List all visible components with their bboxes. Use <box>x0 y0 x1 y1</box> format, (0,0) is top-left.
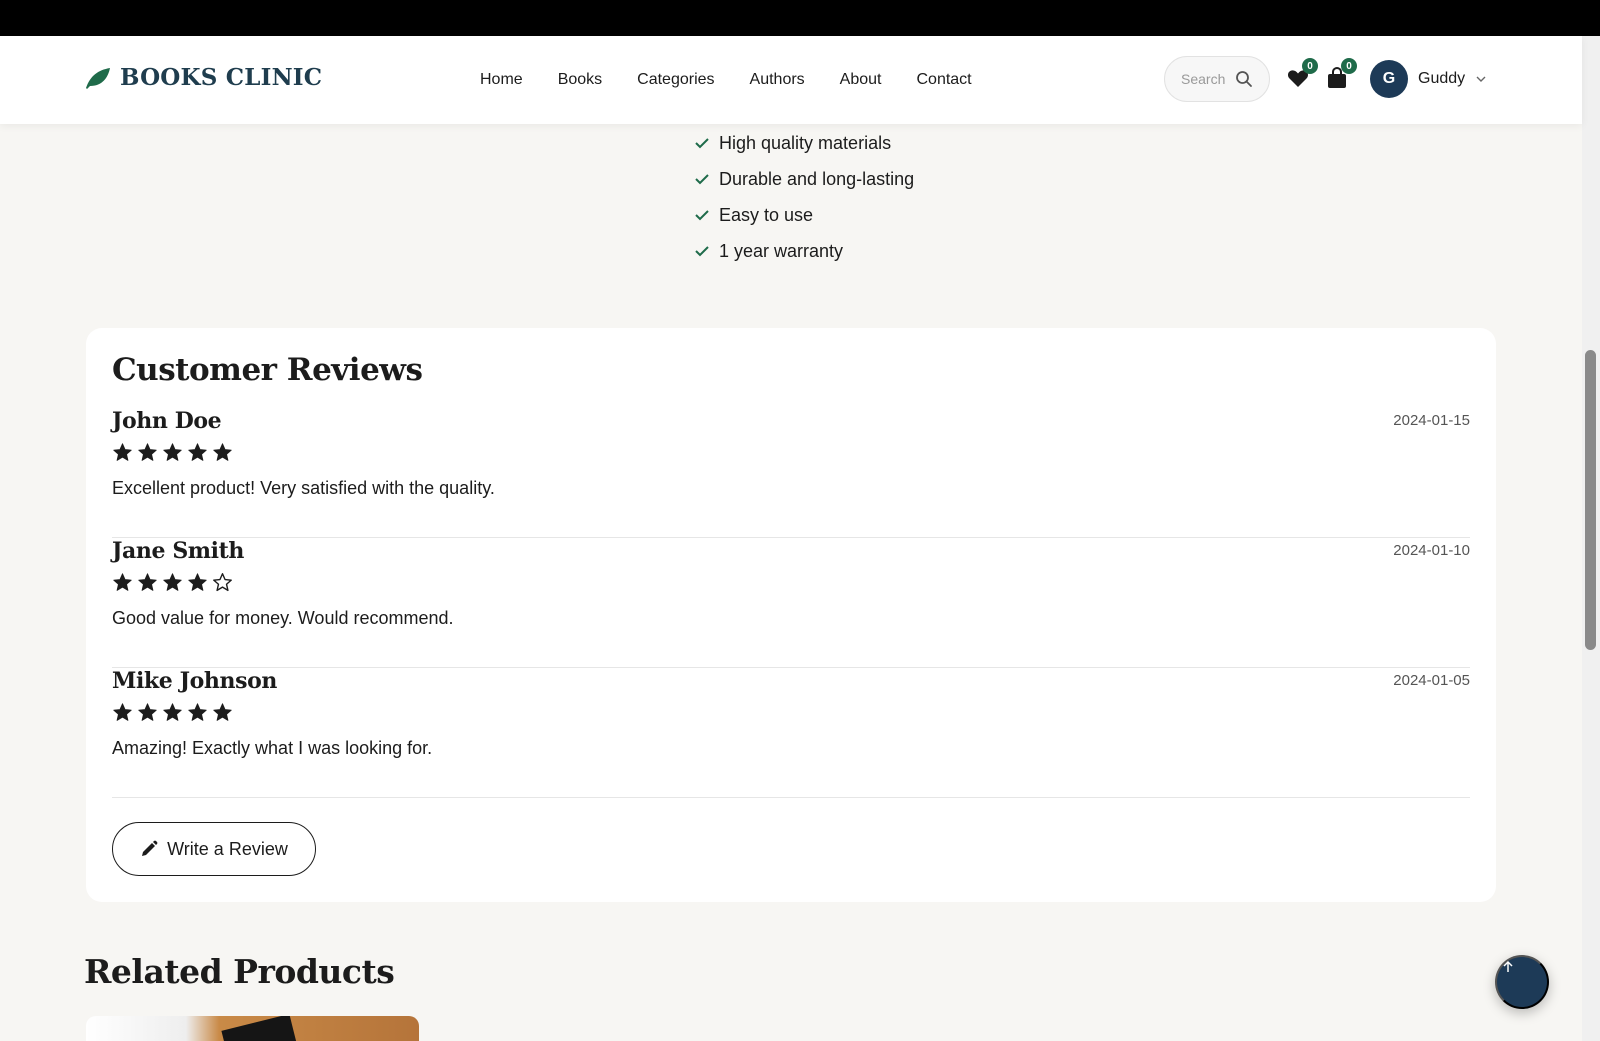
write-review-button[interactable]: Write a Review <box>112 822 316 876</box>
avatar: G <box>1370 60 1408 98</box>
write-review-label: Write a Review <box>167 838 288 859</box>
review-text: Excellent product! Very satisfied with t… <box>112 478 495 498</box>
feature-item: 1 year warranty <box>694 233 914 269</box>
review-text: Amazing! Exactly what I was looking for. <box>112 738 433 758</box>
customer-reviews-card: Customer Reviews John Doe 2024-01-15 Exc… <box>86 328 1496 902</box>
scrollbar-thumb[interactable] <box>1585 350 1596 650</box>
search-icon[interactable] <box>1235 70 1253 88</box>
related-products-heading: Related Products <box>84 952 395 991</box>
feature-label: Easy to use <box>719 204 814 225</box>
star-filled-icon <box>163 703 182 721</box>
star-rating <box>112 572 233 593</box>
search-input[interactable] <box>1181 71 1227 87</box>
check-icon <box>695 246 709 257</box>
review-date: 2024-01-10 <box>1393 542 1470 559</box>
star-filled-icon <box>163 573 182 591</box>
pencil-icon <box>142 840 158 856</box>
review-text: Good value for money. Would recommend. <box>112 608 454 628</box>
nav-about[interactable]: About <box>840 71 882 89</box>
star-filled-icon <box>113 573 132 591</box>
nav-books[interactable]: Books <box>558 71 602 89</box>
review-item: Mike Johnson 2024-01-05 Amazing! Exactly… <box>112 668 1470 798</box>
browser-top-bar <box>0 0 1600 36</box>
nav-home[interactable]: Home <box>480 71 523 89</box>
feature-label: High quality materials <box>719 132 892 153</box>
nav-categories[interactable]: Categories <box>637 71 714 89</box>
site-header: BOOKS CLINIC Home Books Categories Autho… <box>0 36 1582 124</box>
page-scrollbar[interactable] <box>1582 36 1600 1041</box>
star-empty-icon <box>213 573 232 592</box>
star-filled-icon <box>213 703 232 721</box>
feature-list: High quality materials Durable and long-… <box>694 125 914 269</box>
review-date: 2024-01-05 <box>1393 672 1470 689</box>
reviews-heading: Customer Reviews <box>112 352 423 388</box>
star-filled-icon <box>188 703 207 721</box>
user-name: Guddy <box>1418 70 1466 87</box>
arrow-up-icon <box>1503 960 1513 972</box>
nav-authors[interactable]: Authors <box>750 71 805 89</box>
brand-logo[interactable]: BOOKS CLINIC <box>84 64 322 91</box>
feature-label: Durable and long-lasting <box>719 168 915 189</box>
main-nav: Home Books Categories Authors About Cont… <box>480 36 972 124</box>
review-date: 2024-01-15 <box>1393 412 1470 429</box>
review-item: John Doe 2024-01-15 Excellent product! V… <box>112 408 1470 538</box>
feature-item: Durable and long-lasting <box>694 161 914 197</box>
wishlist-count-badge: 0 <box>1302 58 1318 74</box>
reviewer-name: Mike Johnson <box>112 668 277 694</box>
scroll-to-top-button[interactable] <box>1495 955 1549 1009</box>
star-rating <box>112 442 233 463</box>
reviewer-name: Jane Smith <box>112 538 244 564</box>
book-image <box>221 1016 297 1041</box>
star-filled-icon <box>138 573 157 591</box>
check-icon <box>695 138 709 149</box>
feature-item: High quality materials <box>694 125 914 161</box>
cart-count-badge: 0 <box>1341 58 1357 74</box>
star-filled-icon <box>213 443 232 461</box>
reviewer-name: John Doe <box>112 408 222 434</box>
check-icon <box>695 174 709 185</box>
nav-contact[interactable]: Contact <box>916 71 971 89</box>
star-filled-icon <box>138 443 157 461</box>
search-box <box>1164 56 1270 102</box>
star-filled-icon <box>188 573 207 591</box>
leaf-icon <box>86 67 110 89</box>
cart-button[interactable]: 0 <box>1325 58 1357 92</box>
user-menu[interactable]: G Guddy <box>1370 60 1487 98</box>
check-icon <box>695 210 709 221</box>
wishlist-button[interactable]: 0 <box>1286 58 1318 92</box>
chevron-down-icon <box>1476 76 1486 82</box>
star-filled-icon <box>163 443 182 461</box>
feature-label: 1 year warranty <box>719 240 844 261</box>
feature-item: Easy to use <box>694 197 914 233</box>
star-rating <box>112 702 233 723</box>
brand-name: BOOKS CLINIC <box>120 64 323 91</box>
star-filled-icon <box>188 443 207 461</box>
star-filled-icon <box>138 703 157 721</box>
star-filled-icon <box>113 443 132 461</box>
review-item: Jane Smith 2024-01-10 Good value for mon… <box>112 538 1470 668</box>
star-filled-icon <box>113 703 132 721</box>
related-product-image[interactable] <box>86 1016 419 1041</box>
